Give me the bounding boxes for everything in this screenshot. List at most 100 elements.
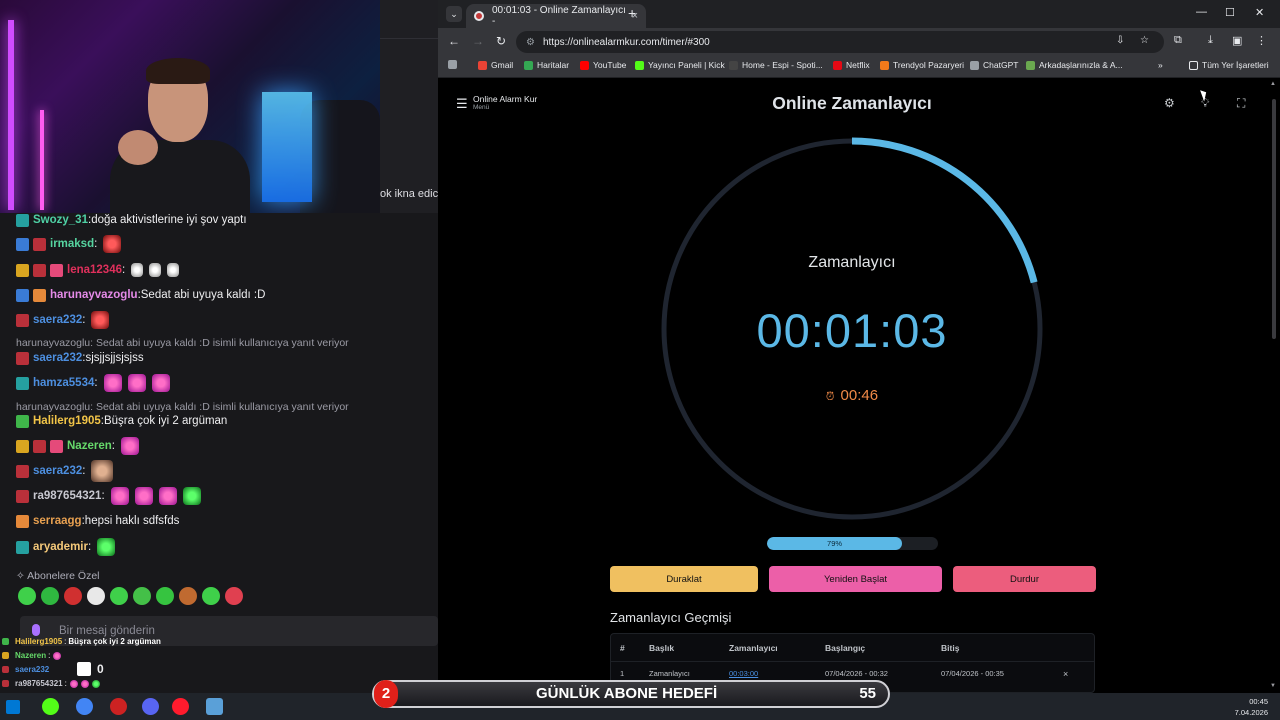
scrollbar-thumb[interactable] [1272,99,1276,339]
emote-button[interactable] [87,587,105,605]
chat-username[interactable]: irmaksd [50,238,94,250]
timer-page: ☰ Online Alarm Kur Menü Online Zamanlayı… [438,79,1280,693]
chat-separator: : [87,541,92,553]
chat-username[interactable]: Nazeren [67,440,112,452]
chat-overflow-text: ok ikna edici [380,188,441,200]
app-kick-icon[interactable] [42,698,59,715]
chat-username[interactable]: lena12346 [67,264,122,276]
chat-username[interactable]: aryademir [33,541,88,553]
app-discord-icon[interactable] [142,698,159,715]
chat-separator: : [122,264,126,276]
emote-button[interactable] [41,587,59,605]
bookmark-chatgpt[interactable]: ChatGPT [970,60,1018,70]
emote-icon [110,487,129,505]
bookmarks-overflow-icon[interactable]: » [1158,60,1163,70]
emote-icon [149,263,162,277]
forward-icon[interactable]: → [472,34,484,48]
stop-button[interactable]: Durdur [953,566,1096,592]
bookmark-spotify[interactable]: Home - Espi - Spoti... [729,60,823,70]
subscriber-badge-icon [33,237,46,251]
restart-button[interactable]: Yeniden Başlat [769,566,942,592]
bookmark-youtube[interactable]: YouTube [580,60,626,70]
emote-button[interactable] [110,587,128,605]
emote-icon [103,235,122,253]
chat-username[interactable]: Swozy_31 [33,214,88,226]
tab-search-icon[interactable]: ⌄ [446,6,462,22]
progress-fill: 79% [767,537,903,550]
profile-icon[interactable]: ▣ [1232,34,1242,47]
emote-button[interactable] [179,587,197,605]
history-timer-link[interactable]: 00:03:00 [729,669,758,678]
page-scrollbar[interactable]: ▲ ▼ [1270,79,1278,693]
apps-icon[interactable] [448,60,457,69]
delete-row-icon[interactable]: × [1063,669,1068,679]
microphone-icon[interactable] [32,624,40,636]
fullscreen-icon[interactable]: ⛶ [1237,96,1245,111]
chat-username[interactable]: serraagg [33,515,82,527]
badge-icon [2,652,9,659]
chat-input-placeholder: Bir mesaj gönderin [59,625,155,637]
chat-message: harunayvazoglu: Sedat abi uyuya kaldı :D [16,285,265,305]
app-icon[interactable] [206,698,223,715]
bookmark-maps[interactable]: Haritalar [524,60,569,70]
maximize-icon[interactable]: ☐ [1225,6,1235,19]
emote-button[interactable] [202,587,220,605]
reload-icon[interactable]: ↻ [496,34,506,48]
window-close-icon[interactable]: ✕ [1255,6,1264,19]
app-opera-icon[interactable] [172,698,189,715]
scroll-up-icon[interactable]: ▲ [1270,81,1276,87]
history-cell: Zamanlayıcı [649,669,690,678]
system-clock[interactable]: 00:45 7.04.2026 [1235,696,1268,718]
neon-light [40,110,44,210]
address-bar[interactable]: ⚙ https://onlinealarmkur.com/timer/#300 … [516,31,1164,53]
app-icon[interactable] [110,698,127,715]
emote-button[interactable] [156,587,174,605]
chat-username[interactable]: saera232 [33,352,82,364]
chat-message: saera232: [16,310,110,330]
emote-button[interactable] [18,587,36,605]
bookmark-trendyol[interactable]: Trendyol Pazaryeri [880,60,964,70]
new-tab-icon[interactable]: + [628,5,636,21]
scroll-down-icon[interactable]: ▼ [1270,683,1276,689]
back-icon[interactable]: ← [448,34,460,48]
goal-label: GÜNLÜK ABONE HEDEFİ [536,685,718,702]
install-icon[interactable]: ⇩ [1116,35,1124,46]
chat-separator: : [82,314,86,326]
settings-gear-icon[interactable]: ⚙ [1164,96,1175,110]
overlay-line: saera232 [2,665,49,674]
emote-button[interactable] [64,587,82,605]
bookmark-friends[interactable]: Arkadaşlarınızla & A... [1026,60,1123,70]
chat-username[interactable]: Halilerg1905 [33,415,101,427]
chat-separator: : [94,377,98,389]
minimize-icon[interactable]: — [1196,6,1207,18]
overlay-line: ra987654321: [2,679,100,688]
chat-text: Sedat abi uyuya kaldı :D [140,289,266,301]
windows-start-icon[interactable] [6,700,20,714]
emote-icon [182,487,201,505]
bookmark-netflix[interactable]: Netflix [833,60,870,70]
emote-button[interactable] [133,587,151,605]
divider [611,661,1094,662]
all-bookmarks[interactable]: Tüm Yer İşaretleri [1189,60,1269,70]
more-menu-icon[interactable]: ⋮ [1256,34,1267,47]
emote-icon [158,487,177,505]
bookmark-gmail[interactable]: Gmail [478,60,513,70]
chat-username[interactable]: hamza5534 [33,377,94,389]
pause-button[interactable]: Duraklat [610,566,758,592]
bookmark-star-icon[interactable]: ☆ [1140,35,1149,46]
chat-username[interactable]: harunayvazoglu [50,289,138,301]
chat-username[interactable]: saera232 [33,465,82,477]
streamer-hair [146,58,210,84]
subscriber-emote-row [18,587,243,605]
bookmark-kick[interactable]: Yayıncı Paneli | Kick [635,60,725,70]
chat-username[interactable]: ra987654321 [33,490,101,502]
emote-button[interactable] [225,587,243,605]
chat-username[interactable]: saera232 [33,314,82,326]
url-text[interactable]: https://onlinealarmkur.com/timer/#300 [543,37,710,48]
extensions-icon[interactable]: ⧉ [1174,34,1182,47]
site-info-icon[interactable]: ⚙ [526,37,535,48]
app-chrome-icon[interactable] [76,698,93,715]
browser-tab[interactable]: 00:01:03 - Online Zamanlayıcı - × [466,4,646,28]
download-icon[interactable]: ⤓ [1208,34,1213,47]
browser-window: ⌄ 00:01:03 - Online Zamanlayıcı - × + — … [438,0,1280,693]
